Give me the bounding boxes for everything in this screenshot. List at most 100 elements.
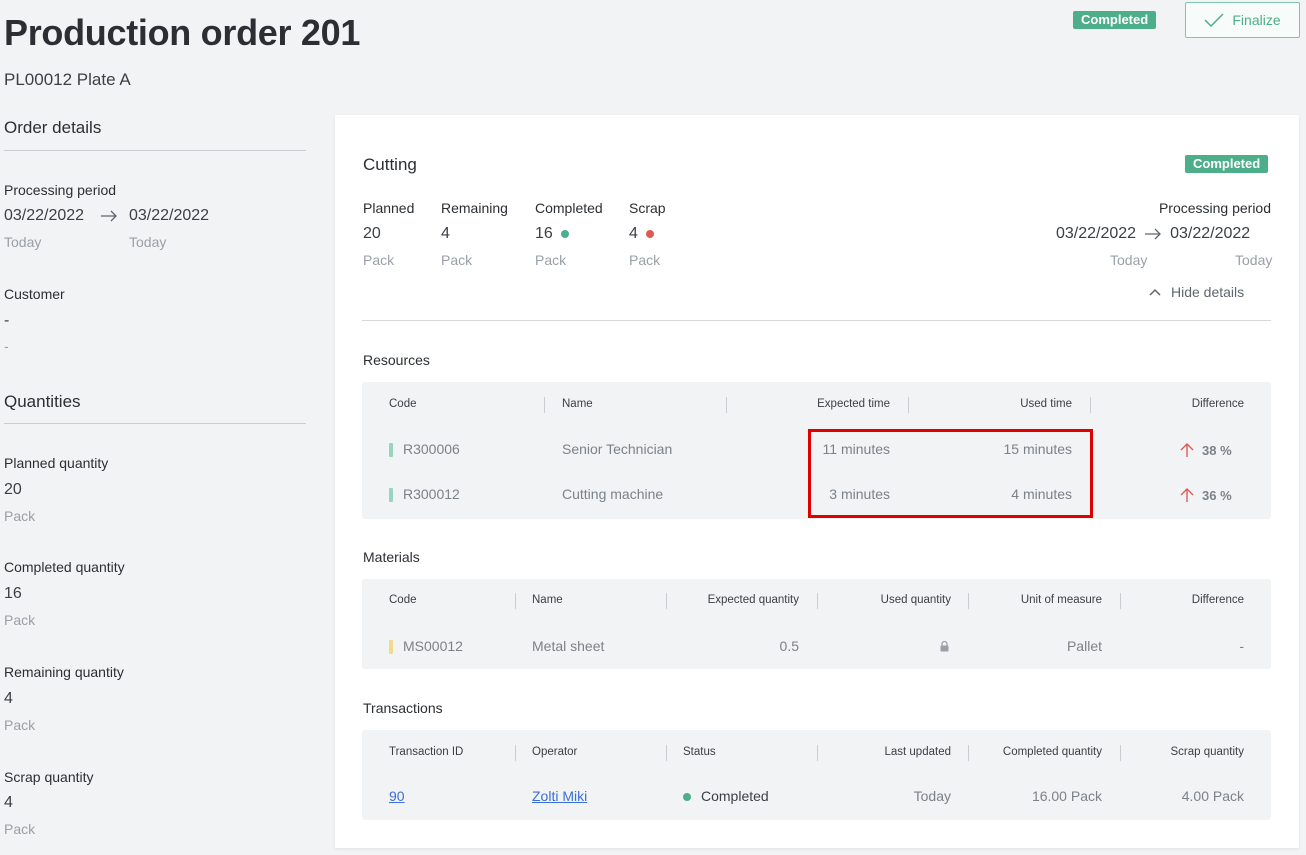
arrow-right-icon [101,210,117,222]
resource-type-marker [389,443,393,457]
transactions-col-operator: Operator [532,746,578,758]
stat-completed: Completed 16 Pack [535,200,603,268]
stat-planned: Planned 20 Pack [363,200,414,268]
col-separator [726,397,727,413]
op-start-date: 03/22/2022 [1056,225,1137,242]
col-separator [817,745,818,761]
stat-completed-label: Completed [535,200,603,216]
transaction-scrap-quantity: 4.00 Pack [1181,788,1244,804]
page-subtitle: PL00012 Plate A [4,70,131,89]
resource-difference-value: 38 % [1202,442,1232,458]
col-separator [1120,745,1121,761]
check-icon [1204,13,1224,27]
materials-col-used: Used quantity [880,594,951,606]
transactions-table: Transaction ID Operator Status Last upda… [362,730,1271,820]
processing-start-date: 03/22/2022 [4,207,85,224]
col-separator [515,593,516,609]
materials-col-name: Name [532,594,563,606]
operation-divider [362,320,1271,321]
arrow-right-icon [1145,228,1161,240]
material-unit: Pallet [1066,638,1102,654]
transactions-col-status: Status [683,746,716,758]
hide-details-button[interactable]: Hide details [1149,284,1244,300]
col-separator [666,593,667,609]
col-separator [908,397,909,413]
stat-remaining-unit: Pack [441,252,473,268]
stat-remaining-number: 4 [441,225,450,242]
remaining-quantity-unit: Pack [4,717,36,733]
order-status-badge: Completed [1073,11,1157,29]
arrow-up-icon [1180,443,1194,457]
customer-sub: - [4,338,9,354]
resource-name: Senior Technician [562,441,673,457]
resource-difference: 38 % [1180,442,1232,458]
remaining-quantity-value: 4 [4,690,13,707]
scrap-quantity-value: 4 [4,794,13,811]
op-processing-period-label: Processing period [1158,200,1271,216]
transactions-col-id: Transaction ID [389,746,464,758]
stat-planned-unit: Pack [363,252,395,268]
operation-status-badge: Completed [1185,155,1269,173]
materials-col-unit: Unit of measure [1020,594,1102,606]
col-separator [817,593,818,609]
remaining-quantity-label: Remaining quantity [4,664,124,680]
processing-start-sub: Today [4,234,42,250]
finalize-button[interactable]: Finalize [1185,2,1300,38]
resources-title: Resources [363,352,430,368]
transaction-last-updated: Today [913,788,951,804]
stat-scrap: Scrap 4 Pack [629,200,666,268]
stat-remaining-value: 4 [441,225,508,243]
scrap-status-dot [645,230,654,238]
resource-type-marker [389,488,393,502]
transactions-col-scrap: Scrap quantity [1170,746,1244,758]
stat-scrap-unit: Pack [629,252,661,268]
transaction-status-dot [683,793,691,801]
page-title: Production order 201 [4,12,361,53]
col-separator [968,593,969,609]
transactions-col-last-updated: Last updated [884,746,951,758]
stat-planned-label: Planned [363,200,415,216]
resource-difference-value: 36 % [1202,487,1232,503]
order-details-title: Order details [4,118,102,137]
processing-end-date: 03/22/2022 [129,207,210,224]
quantities-title: Quantities [4,392,81,411]
transactions-col-completed: Completed quantity [1002,746,1102,758]
transaction-completed-quantity: 16.00 Pack [1031,788,1102,804]
materials-title: Materials [363,549,420,565]
planned-quantity-value: 20 [4,481,22,498]
finalize-label: Finalize [1232,12,1281,28]
op-end-date: 03/22/2022 [1170,225,1251,242]
stat-remaining-label: Remaining [441,200,508,216]
op-start-sub: Today [1110,252,1148,268]
resources-col-expected: Expected time [817,398,890,410]
stat-planned-value: 20 [363,225,414,243]
hide-details-label: Hide details [1171,284,1245,300]
transaction-id-link[interactable]: 90 [389,788,405,804]
order-details-divider [4,150,306,151]
stat-completed-value: 16 [535,225,603,243]
resource-name: Cutting machine [562,486,664,502]
transaction-status: Completed [701,788,769,804]
resources-col-used: Used time [1020,398,1072,410]
chevron-up-icon [1149,288,1161,296]
resource-code: R300012 [403,486,460,502]
col-separator [1120,593,1121,609]
stat-completed-unit: Pack [535,252,567,268]
col-separator [544,397,545,413]
scrap-quantity-unit: Pack [4,821,36,837]
col-separator [968,745,969,761]
material-type-marker [389,640,393,654]
completed-quantity-value: 16 [4,585,22,602]
planned-quantity-unit: Pack [4,508,36,524]
stat-scrap-number: 4 [629,225,638,242]
arrow-up-icon [1180,488,1194,502]
materials-table: Code Name Expected quantity Used quantit… [362,579,1271,669]
lock-icon [940,641,949,652]
material-name: Metal sheet [532,638,605,654]
processing-period-label: Processing period [4,182,117,198]
stat-remaining: Remaining 4 Pack [441,200,508,268]
completed-quantity-label: Completed quantity [4,559,125,575]
resources-col-difference: Difference [1191,398,1244,410]
operator-link[interactable]: Zolti Miki [532,788,587,804]
processing-end-sub: Today [129,234,167,250]
